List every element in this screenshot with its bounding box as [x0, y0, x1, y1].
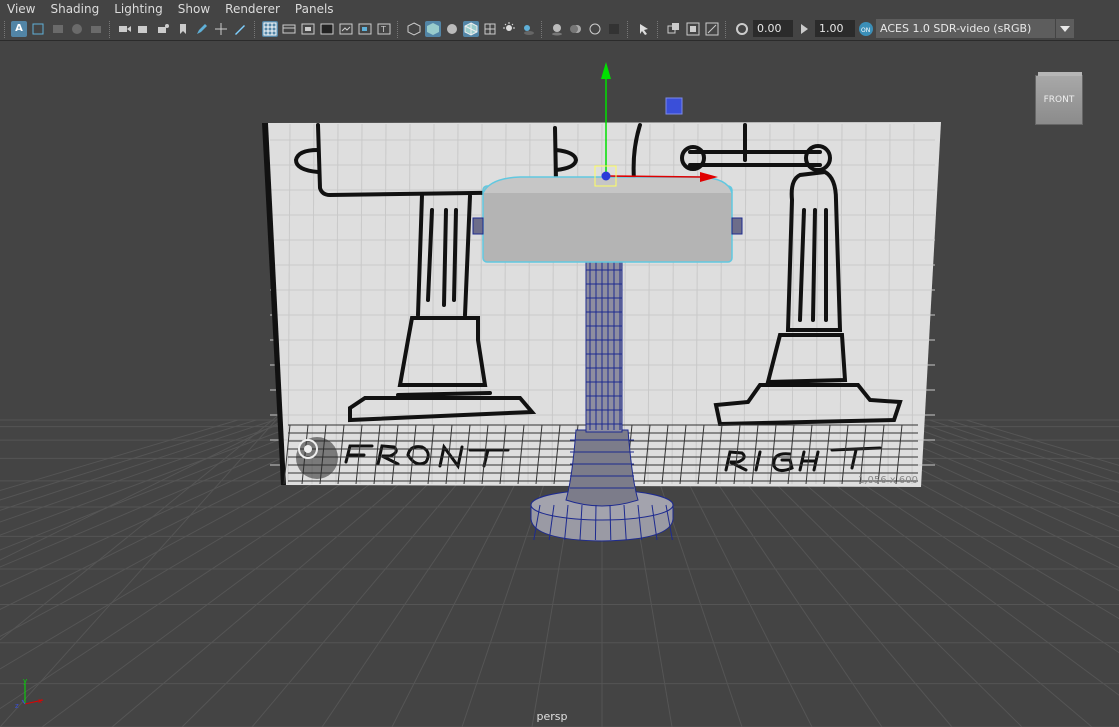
- menu-renderer[interactable]: Renderer: [218, 0, 288, 19]
- 2d-pan-zoom-icon[interactable]: [213, 21, 229, 37]
- shadows-icon[interactable]: [520, 21, 536, 37]
- bookmark-icon[interactable]: [175, 21, 191, 37]
- xray-active-icon[interactable]: [704, 21, 720, 37]
- camera-name-label: persp: [536, 710, 568, 723]
- viewport-menu-bar: View Shading Lighting Show Renderer Pane…: [0, 0, 1119, 19]
- menu-panels[interactable]: Panels: [288, 0, 342, 19]
- 2d-pan-zoom-icon[interactable]: [88, 21, 104, 37]
- gamma-icon[interactable]: [796, 21, 812, 37]
- exposure-field[interactable]: 0.00: [753, 20, 793, 37]
- exposure-icon[interactable]: [734, 21, 750, 37]
- snapshot-camera-icon[interactable]: [296, 437, 338, 479]
- camera-icon[interactable]: [117, 21, 133, 37]
- view-cube-top[interactable]: [1038, 72, 1082, 76]
- smooth-shade-icon[interactable]: [425, 21, 441, 37]
- use-all-lights-icon[interactable]: [501, 21, 517, 37]
- plane-handle[interactable]: [665, 97, 683, 115]
- svg-text:x: x: [38, 697, 42, 705]
- wireframe-icon[interactable]: [406, 21, 422, 37]
- menu-view[interactable]: View: [0, 0, 43, 19]
- image-plane-icon[interactable]: [69, 21, 85, 37]
- gamma-field[interactable]: 1.00: [815, 20, 855, 37]
- menu-show[interactable]: Show: [171, 0, 218, 19]
- safe-action-icon[interactable]: [357, 21, 373, 37]
- bookmarks-icon[interactable]: [50, 21, 66, 37]
- xray-joints-icon[interactable]: [685, 21, 701, 37]
- viewport-toolbar: A T 0.00 1.00 ON ACES 1.0 SDR-video (sRG…: [0, 19, 1119, 41]
- camera-tumble-icon[interactable]: [155, 21, 171, 37]
- chevron-down-icon[interactable]: [1055, 19, 1074, 38]
- textured-icon[interactable]: [482, 21, 498, 37]
- isolate-select-icon[interactable]: [636, 21, 652, 37]
- y-axis-handle[interactable]: [601, 62, 611, 79]
- pencil-icon[interactable]: [232, 21, 248, 37]
- z-axis-handle[interactable]: [601, 171, 611, 181]
- select-camera-icon[interactable]: A: [11, 21, 27, 37]
- anti-aliasing-icon[interactable]: [587, 21, 603, 37]
- motion-blur-icon[interactable]: [568, 21, 584, 37]
- color-space-dropdown[interactable]: ACES 1.0 SDR-video (sRGB): [876, 19, 1074, 38]
- grid-icon[interactable]: [262, 21, 278, 37]
- safe-title-icon[interactable]: T: [376, 21, 392, 37]
- gate-mask-icon[interactable]: [319, 21, 335, 37]
- color-management-icon[interactable]: ON: [858, 21, 874, 37]
- screen-space-ao-icon[interactable]: [549, 21, 565, 37]
- depth-of-field-icon[interactable]: [606, 21, 622, 37]
- color-space-label: ACES 1.0 SDR-video (sRGB): [880, 22, 1032, 35]
- svg-text:z: z: [15, 702, 19, 710]
- menu-shading[interactable]: Shading: [43, 0, 107, 19]
- default-material-icon[interactable]: [444, 21, 460, 37]
- view-cube[interactable]: FRONT: [1035, 72, 1083, 125]
- svg-text:y: y: [23, 677, 27, 685]
- film-gate-icon[interactable]: [281, 21, 297, 37]
- viewport-scene[interactable]: y x z: [0, 41, 1119, 727]
- grease-pencil-icon[interactable]: [194, 21, 210, 37]
- field-chart-icon[interactable]: [338, 21, 354, 37]
- camera-attributes-icon[interactable]: [30, 21, 46, 37]
- xray-icon[interactable]: [666, 21, 682, 37]
- resolution-gate-label: 1,056 x 600: [858, 475, 918, 486]
- resolution-gate-icon[interactable]: [300, 21, 316, 37]
- svg-text:T: T: [380, 25, 386, 34]
- svg-text:ON: ON: [861, 27, 870, 34]
- camera-lock-icon[interactable]: [136, 21, 152, 37]
- perspective-viewport[interactable]: y x z 1,056 x 600 FRONT persp: [0, 41, 1119, 727]
- wireframe-on-shaded-icon[interactable]: [463, 21, 479, 37]
- menu-lighting[interactable]: Lighting: [107, 0, 171, 19]
- view-cube-face-label: FRONT: [1043, 95, 1075, 105]
